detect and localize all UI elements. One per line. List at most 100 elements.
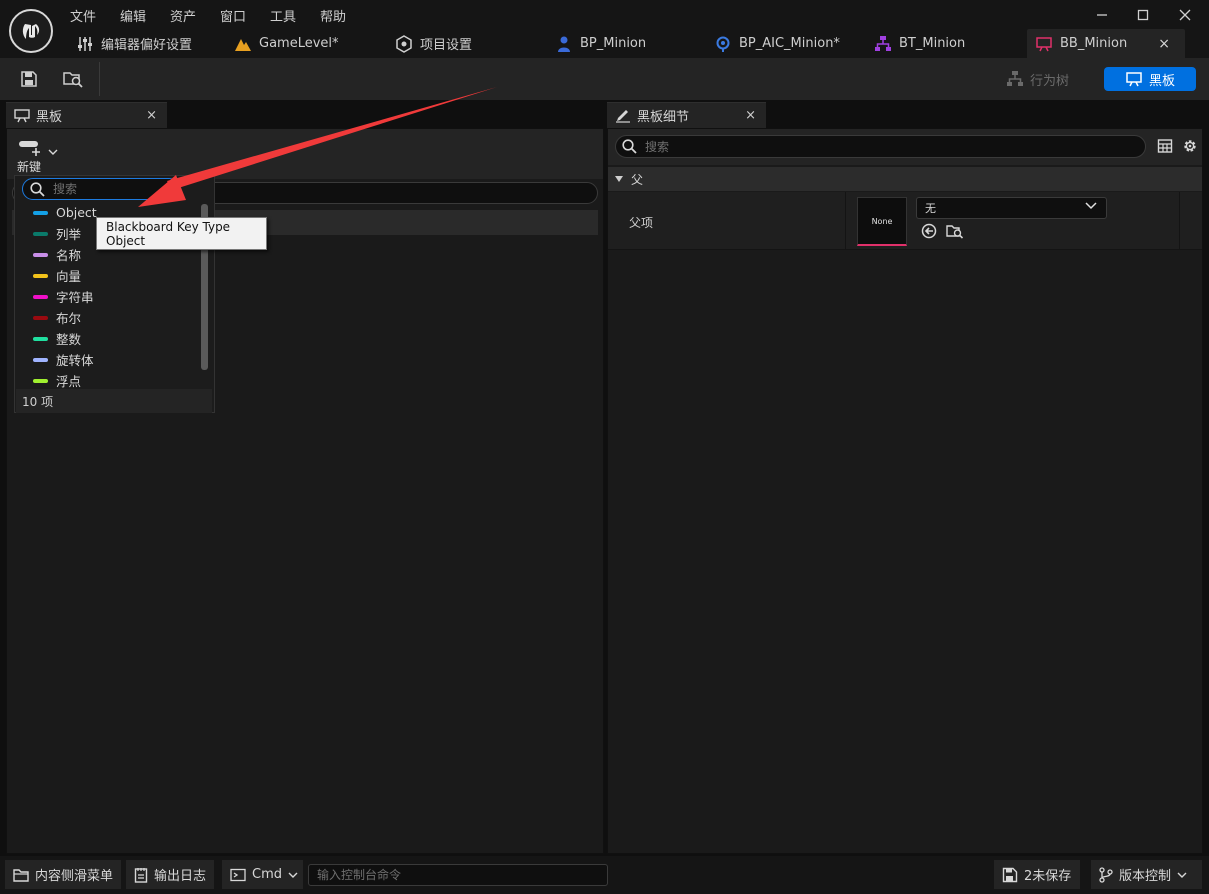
tab-bp-minion[interactable]: BP_Minion bbox=[555, 29, 646, 58]
column-splitter[interactable] bbox=[845, 192, 846, 250]
tab-label: 项目设置 bbox=[420, 38, 473, 53]
output-log-label: 输出日志 bbox=[154, 869, 207, 884]
tab-label: 编辑器偏好设置 bbox=[101, 38, 193, 53]
combo-value: 无 bbox=[925, 202, 936, 215]
menu-window[interactable]: 窗口 bbox=[220, 6, 246, 25]
new-key-label: 新键 bbox=[17, 160, 42, 174]
key-type-label: Object bbox=[56, 205, 97, 220]
details-search-field[interactable] bbox=[615, 135, 1146, 158]
use-selected-arrow-icon bbox=[921, 223, 937, 239]
panel-tab-label: 黑板细节 bbox=[637, 110, 690, 125]
gear-icon bbox=[1184, 140, 1196, 152]
menu-assets[interactable]: 资产 bbox=[170, 6, 196, 25]
browse-folder-icon bbox=[63, 72, 83, 88]
project-settings-icon bbox=[396, 34, 412, 53]
key-type-item[interactable]: 旋转体 bbox=[16, 349, 212, 370]
thumbnail-text: None bbox=[871, 216, 893, 226]
use-selected-button[interactable] bbox=[921, 223, 937, 239]
terminal-icon bbox=[230, 868, 246, 881]
content-drawer-button[interactable]: 内容侧滑菜单 bbox=[5, 860, 121, 889]
key-type-item[interactable]: 布尔 bbox=[16, 307, 212, 328]
search-icon bbox=[622, 139, 637, 154]
settings-button[interactable] bbox=[1181, 137, 1199, 155]
key-type-search-field[interactable] bbox=[22, 178, 180, 200]
key-type-label: 向量 bbox=[56, 269, 82, 284]
tab-label: BB_Minion bbox=[1060, 36, 1128, 51]
type-color-pill-icon bbox=[33, 252, 48, 257]
tab-close-button[interactable]: × bbox=[1158, 36, 1170, 52]
log-icon bbox=[134, 867, 148, 883]
property-name: 父项 bbox=[629, 216, 654, 230]
maximize-icon bbox=[1137, 9, 1149, 21]
key-type-label: 名称 bbox=[56, 248, 82, 263]
cmd-selector[interactable]: Cmd bbox=[222, 860, 303, 889]
menu-help[interactable]: 帮助 bbox=[320, 6, 346, 25]
blackboard-mode-label: 黑板 bbox=[1148, 73, 1175, 89]
key-type-label: 列举 bbox=[56, 227, 82, 242]
key-type-item[interactable]: 向量 bbox=[16, 265, 212, 286]
tab-editor-preferences[interactable]: 编辑器偏好设置 bbox=[76, 29, 192, 58]
key-type-search-input[interactable] bbox=[53, 182, 171, 196]
source-control-label: 版本控制 bbox=[1119, 869, 1172, 884]
category-parent-header[interactable]: 父 bbox=[608, 167, 1202, 191]
key-type-item[interactable]: 整数 bbox=[16, 328, 212, 349]
tab-bt-minion[interactable]: BT_Minion bbox=[874, 29, 965, 58]
item-count: 10 项 bbox=[16, 389, 212, 413]
behavior-tree-mode-button[interactable]: 行为树 bbox=[1006, 66, 1069, 92]
tooltip: Blackboard Key Type Object bbox=[96, 217, 267, 250]
new-key-button[interactable]: 新键 bbox=[14, 137, 70, 175]
sliders-icon bbox=[78, 36, 92, 51]
toolbar-divider bbox=[99, 62, 100, 96]
level-icon bbox=[235, 38, 251, 51]
blackboard-mode-button[interactable]: 黑板 bbox=[1104, 67, 1196, 91]
key-type-label: 字符串 bbox=[56, 290, 94, 305]
content-drawer-label: 内容侧滑菜单 bbox=[35, 869, 114, 884]
tab-game-level[interactable]: GameLevel* bbox=[234, 29, 339, 58]
key-type-item[interactable]: 浮点 bbox=[16, 370, 212, 388]
tab-bb-minion[interactable]: BB_Minion × bbox=[1027, 29, 1185, 58]
new-key-icon bbox=[19, 141, 40, 156]
key-type-label: 浮点 bbox=[56, 374, 82, 388]
type-color-pill-icon bbox=[33, 315, 48, 320]
unreal-logo-icon[interactable] bbox=[9, 9, 53, 53]
close-window-button[interactable] bbox=[1174, 5, 1196, 25]
browse-to-asset-button[interactable] bbox=[946, 223, 964, 239]
panel-close-button[interactable]: × bbox=[146, 108, 157, 123]
console-command-field[interactable] bbox=[308, 864, 608, 886]
type-color-pill-icon bbox=[33, 273, 48, 278]
menu-edit[interactable]: 编辑 bbox=[120, 6, 146, 25]
blackboard-toolbar bbox=[7, 129, 603, 179]
blackboard-icon bbox=[1036, 36, 1052, 51]
menu-tools[interactable]: 工具 bbox=[270, 6, 296, 25]
menu-file[interactable]: 文件 bbox=[70, 6, 96, 25]
console-command-input[interactable] bbox=[317, 868, 597, 882]
parent-asset-combo[interactable]: 无 bbox=[916, 197, 1107, 219]
minimize-button[interactable] bbox=[1091, 5, 1113, 25]
character-icon bbox=[558, 36, 570, 52]
key-type-item[interactable]: 字符串 bbox=[16, 286, 212, 307]
panel-close-button[interactable]: × bbox=[745, 108, 756, 123]
tab-blackboard-panel[interactable]: 黑板 × bbox=[6, 102, 167, 128]
maximize-button[interactable] bbox=[1132, 5, 1154, 25]
type-color-pill-icon bbox=[33, 357, 48, 362]
key-type-label: 旋转体 bbox=[56, 353, 94, 368]
save-button[interactable] bbox=[16, 66, 42, 92]
browse-asset-button[interactable] bbox=[59, 66, 87, 92]
details-search-input[interactable] bbox=[645, 139, 1125, 154]
save-icon bbox=[21, 71, 37, 87]
column-splitter[interactable] bbox=[1179, 192, 1180, 250]
tab-bp-aic-minion[interactable]: BP_AIC_Minion* bbox=[714, 29, 840, 58]
asset-thumbnail[interactable]: None bbox=[857, 197, 907, 246]
tab-label: GameLevel* bbox=[259, 36, 339, 51]
type-color-pill-icon bbox=[33, 378, 48, 383]
tab-project-settings[interactable]: 项目设置 bbox=[395, 29, 472, 58]
cmd-label: Cmd bbox=[252, 867, 282, 882]
type-color-pill-icon bbox=[33, 294, 48, 299]
type-color-pill-icon bbox=[33, 336, 48, 341]
table-view-button[interactable] bbox=[1157, 138, 1175, 156]
output-log-button[interactable]: 输出日志 bbox=[126, 860, 214, 889]
unsaved-button[interactable]: 2未保存 bbox=[994, 860, 1080, 889]
tab-blackboard-details[interactable]: 黑板细节 × bbox=[607, 102, 766, 128]
source-control-button[interactable]: 版本控制 bbox=[1091, 860, 1202, 889]
type-color-pill-icon bbox=[33, 210, 48, 215]
